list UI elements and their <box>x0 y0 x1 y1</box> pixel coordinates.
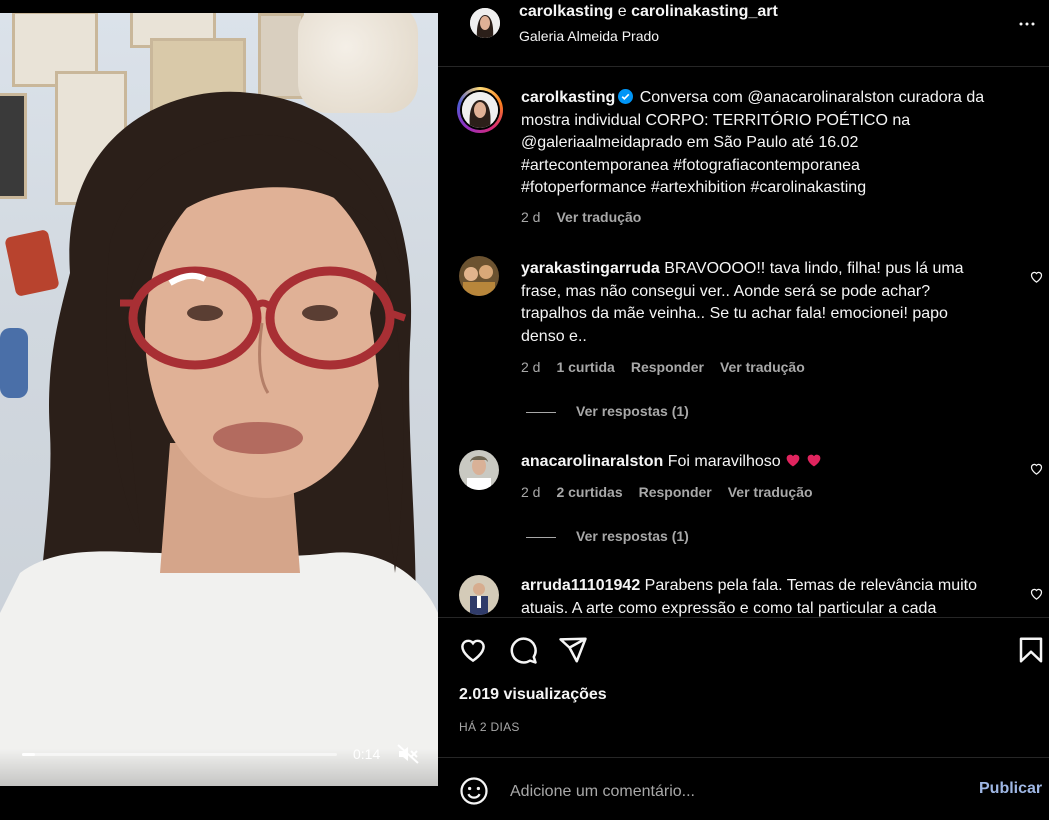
location-link[interactable]: Galeria Almeida Prado <box>519 28 659 44</box>
post-header: carolkasting e carolinakasting_art Galer… <box>438 0 1049 67</box>
comment-likes[interactable]: 2 curtidas <box>556 484 622 500</box>
comment-like-icon[interactable] <box>1029 461 1044 476</box>
comment-username[interactable]: yarakastingarruda <box>521 260 660 277</box>
comment-line: BRAVOOOO!! tava lindo, filha! pus lá uma <box>664 260 964 277</box>
person-illustration <box>0 91 438 786</box>
comment-input[interactable] <box>508 780 952 804</box>
comment-line: trapalhos da mãe veinha.. Se tu achar fa… <box>521 305 948 322</box>
comment-line: frase, mas não consegui ver.. Aonde será… <box>521 282 931 300</box>
more-icon[interactable] <box>1017 15 1037 33</box>
add-comment-bar: Publicar <box>438 757 1049 820</box>
comment-text: anacarolinaralston Foi maravilhoso <box>521 451 1021 474</box>
video-time: 0:14 <box>353 746 381 762</box>
comment-like-icon[interactable] <box>1029 269 1044 284</box>
comment-avatar[interactable] <box>459 575 499 615</box>
view-replies-button[interactable]: Ver respostas (1) <box>526 528 689 544</box>
view-replies-label: Ver respostas (1) <box>576 528 689 544</box>
verified-badge-icon <box>618 89 634 104</box>
video-progress-bar[interactable] <box>22 753 337 756</box>
comment-meta: 2 d 2 curtidas Responder Ver tradução <box>521 484 829 500</box>
caption-line: mostra individual CORPO: TERRITÓRIO POÉT… <box>521 111 911 129</box>
author-conjunction: e <box>617 3 627 20</box>
comment-text: arruda11101942 Parabens pela fala. Temas… <box>521 575 1021 617</box>
author-link[interactable]: carolkasting <box>519 3 613 20</box>
comment-like-icon[interactable] <box>1029 586 1044 601</box>
avatar[interactable] <box>470 8 500 38</box>
comment-text: yarakastingarruda BRAVOOOO!! tava lindo,… <box>521 258 1021 348</box>
view-replies-button[interactable]: Ver respostas (1) <box>526 403 689 419</box>
comment-meta: 2 d 1 curtida Responder Ver tradução <box>521 359 821 375</box>
post-date[interactable]: HÁ 2 DIAS <box>459 720 520 734</box>
caption-hashtags[interactable]: #fotoperformance #artexhibition #carolin… <box>521 177 1021 200</box>
comments-scroll-area[interactable]: carolkasting Conversa com @anacarolinara… <box>438 66 1049 617</box>
share-icon[interactable] <box>558 635 588 665</box>
post-panel: carolkasting e carolinakasting_art Galer… <box>438 0 1049 819</box>
red-heart-emoji-icon <box>807 454 820 467</box>
comment-line: atuais. A arte como expressão e como tal… <box>521 599 937 617</box>
caption-avatar[interactable] <box>457 87 503 133</box>
caption-text: carolkasting Conversa com @anacarolinara… <box>521 87 1021 200</box>
caption-line: @galeriaalmeidaprado em São Paulo até 16… <box>521 134 859 151</box>
video-frame[interactable] <box>0 13 438 786</box>
video-progress-fill <box>22 753 35 756</box>
caption-time: 2 d <box>521 209 541 225</box>
emoji-icon[interactable] <box>459 776 489 806</box>
reply-button[interactable]: Responder <box>631 359 704 375</box>
comment-line: denso e.. <box>521 327 587 345</box>
view-count[interactable]: 2.019 visualizações <box>459 686 607 704</box>
comment-line: Parabens pela fala. Temas de relevância … <box>644 577 978 594</box>
publish-button[interactable]: Publicar <box>979 780 1042 798</box>
view-replies-label: Ver respostas (1) <box>576 403 689 419</box>
bookmark-icon[interactable] <box>1016 635 1046 665</box>
heart-icon[interactable] <box>458 635 488 665</box>
comment-time: 2 d <box>521 484 541 500</box>
comment-username[interactable]: anacarolinaralston <box>521 453 663 470</box>
coauthor-link[interactable]: carolinakasting_art <box>631 3 778 20</box>
reply-button[interactable]: Responder <box>639 484 712 500</box>
comment-avatar[interactable] <box>459 450 499 490</box>
caption-hashtags[interactable]: #artecontemporanea #fotografiacontempora… <box>521 155 1021 178</box>
caption-line: Conversa com @anacarolinaralston curador… <box>639 89 985 106</box>
caption-meta: 2 d Ver tradução <box>521 209 657 225</box>
comment-icon[interactable] <box>508 635 538 665</box>
comment-username[interactable]: arruda11101942 <box>521 577 640 594</box>
comment-time: 2 d <box>521 359 541 375</box>
comment-avatar[interactable] <box>459 256 499 296</box>
comment-likes[interactable]: 1 curtida <box>556 359 614 375</box>
post-authors: carolkasting e carolinakasting_art <box>519 3 778 21</box>
red-heart-emoji-icon <box>786 454 800 467</box>
post-actions: 2.019 visualizações HÁ 2 DIAS <box>438 617 1049 758</box>
caption-translate-link[interactable]: Ver tradução <box>556 209 641 225</box>
comment-line: Foi maravilhoso <box>667 453 781 470</box>
muted-speaker-icon[interactable] <box>396 742 420 766</box>
video-player[interactable]: 0:14 <box>0 0 438 819</box>
translate-link[interactable]: Ver tradução <box>728 484 813 500</box>
caption-username[interactable]: carolkasting <box>521 89 615 106</box>
translate-link[interactable]: Ver tradução <box>720 359 805 375</box>
